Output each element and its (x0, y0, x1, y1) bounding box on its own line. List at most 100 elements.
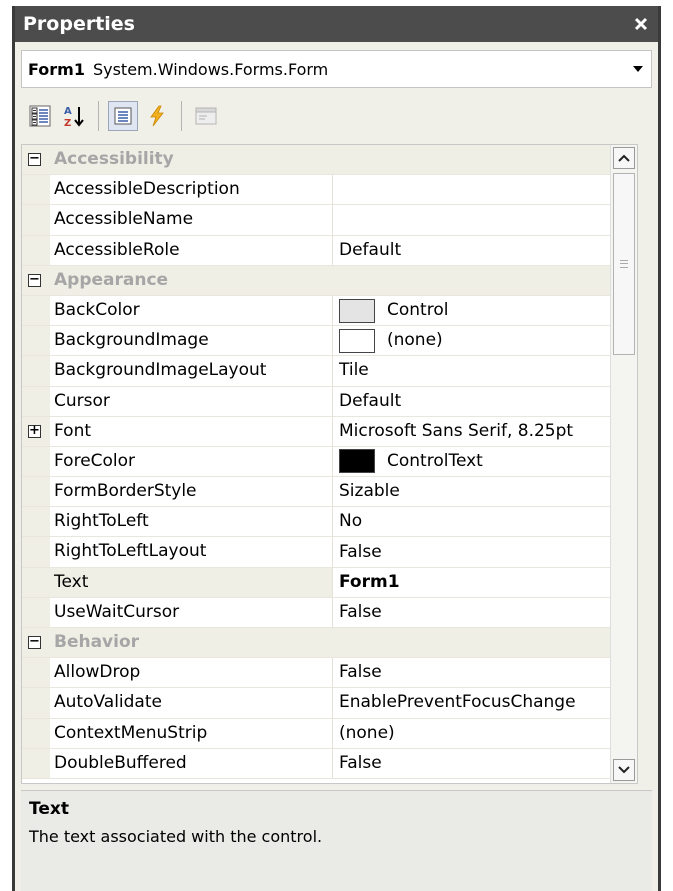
property-value-text: No (339, 511, 363, 532)
row-gutter (22, 537, 50, 567)
property-row[interactable]: + Font Microsoft Sans Serif, 8.25pt (22, 416, 634, 447)
row-gutter (22, 477, 50, 507)
property-value[interactable]: False (333, 658, 634, 687)
svg-text:Z: Z (64, 118, 71, 128)
property-row[interactable]: DoubleBuffered False (22, 748, 634, 779)
selected-object-name: Form1 (28, 59, 85, 79)
property-name: AutoValidate (50, 688, 333, 718)
property-value[interactable]: EnablePreventFocusChange (333, 688, 634, 717)
row-gutter (22, 386, 50, 416)
property-pages-icon (195, 107, 217, 125)
color-swatch (339, 328, 375, 353)
collapse-icon[interactable]: − (28, 635, 41, 649)
chevron-down-icon[interactable] (631, 60, 645, 78)
collapse-icon[interactable]: − (28, 152, 41, 166)
property-value[interactable]: ControlText (333, 447, 634, 476)
property-value-text: (none) (339, 722, 395, 743)
property-row[interactable]: AutoValidate EnablePreventFocusChange (22, 688, 634, 719)
property-name: Font (50, 416, 333, 446)
category-label: Behavior (54, 632, 140, 652)
properties-icon (114, 107, 132, 125)
property-value[interactable]: Control (333, 296, 634, 325)
property-value[interactable]: (none) (333, 719, 634, 748)
row-gutter (22, 235, 50, 265)
property-name: AccessibleRole (50, 235, 333, 265)
properties-panel: Properties Form1 System.Windows.Forms.Fo… (12, 6, 661, 891)
category-row[interactable]: − Behavior (22, 628, 634, 659)
scroll-up-button[interactable] (613, 147, 635, 169)
close-button[interactable] (630, 13, 652, 35)
row-gutter (22, 567, 50, 597)
property-value-text: ControlText (387, 450, 483, 471)
property-value-text: False (339, 752, 382, 773)
row-gutter (22, 748, 50, 778)
description-pane: Text The text associated with the contro… (21, 790, 652, 891)
row-gutter (22, 326, 50, 356)
events-button[interactable] (142, 101, 172, 131)
properties-button[interactable] (108, 101, 138, 131)
property-row[interactable]: UseWaitCursor False (22, 597, 634, 628)
property-row[interactable]: AllowDrop False (22, 658, 634, 689)
property-row[interactable]: BackgroundImage (none) (22, 326, 634, 357)
property-value[interactable]: Tile (333, 356, 634, 385)
property-row[interactable]: RightToLeft No (22, 507, 634, 538)
property-grid[interactable]: − Accessibility AccessibleDescription Acces… (21, 144, 638, 784)
vertical-scrollbar[interactable] (610, 145, 637, 783)
property-value-text: False (339, 662, 382, 683)
property-name: RightToLeftLayout (50, 537, 333, 567)
property-value-text: Default (339, 390, 402, 411)
alphabetical-button[interactable]: A Z (59, 101, 89, 131)
chevron-down-icon (618, 766, 630, 774)
row-gutter: − (22, 628, 50, 658)
property-value[interactable]: Microsoft Sans Serif, 8.25pt (333, 417, 634, 446)
property-row[interactable]: RightToLeftLayout False (22, 537, 634, 568)
property-name: AccessibleName (50, 205, 333, 235)
property-value[interactable]: Sizable (333, 477, 634, 506)
property-value[interactable]: False (333, 537, 634, 566)
property-value-text: (none) (387, 330, 443, 351)
property-name: UseWaitCursor (50, 597, 333, 627)
window-title: Properties (23, 13, 135, 35)
categorized-button[interactable] (25, 101, 55, 131)
property-value[interactable]: Default (333, 236, 634, 265)
property-row[interactable]: FormBorderStyle Sizable (22, 477, 634, 508)
row-gutter (22, 356, 50, 386)
row-gutter (22, 175, 50, 205)
property-value[interactable]: Default (333, 387, 634, 416)
property-value[interactable] (333, 205, 634, 234)
property-row[interactable]: ContextMenuStrip (none) (22, 718, 634, 749)
collapse-icon[interactable]: − (28, 273, 41, 287)
title-bar[interactable]: Properties (15, 6, 658, 42)
property-pages-button[interactable] (191, 101, 221, 131)
property-row[interactable]: BackColor Control (22, 295, 634, 327)
color-swatch (339, 298, 375, 323)
property-value[interactable]: False (333, 749, 634, 778)
property-value[interactable]: False (333, 598, 634, 627)
expand-icon[interactable]: + (28, 424, 41, 438)
property-row[interactable]: AccessibleDescription (22, 175, 634, 206)
property-row[interactable]: Cursor Default (22, 386, 634, 417)
property-value[interactable]: Form1 (333, 568, 634, 597)
property-name: FormBorderStyle (50, 477, 333, 507)
scroll-down-button[interactable] (613, 759, 635, 781)
property-row[interactable]: Text Form1 (22, 567, 634, 598)
property-value[interactable]: No (333, 507, 634, 536)
selected-object-type: System.Windows.Forms.Form (92, 59, 329, 79)
description-text: The text associated with the control. (29, 827, 323, 846)
category-row[interactable]: − Accessibility (22, 145, 634, 176)
object-selector-dropdown[interactable]: Form1 System.Windows.Forms.Form (21, 50, 652, 88)
property-value[interactable]: (none) (333, 326, 634, 355)
property-row[interactable]: AccessibleRole Default (22, 235, 634, 266)
row-gutter (22, 205, 50, 235)
property-row[interactable]: ForeColor ControlText (22, 446, 634, 478)
chevron-up-icon (618, 154, 630, 162)
toolbar-separator (181, 101, 182, 131)
property-value[interactable] (333, 175, 634, 204)
property-value-text: Form1 (339, 571, 400, 592)
property-row[interactable]: BackgroundImageLayout Tile (22, 356, 634, 387)
property-row[interactable]: AccessibleName (22, 205, 634, 236)
property-value-text: Sizable (339, 481, 400, 502)
close-icon (634, 17, 648, 31)
category-row[interactable]: − Appearance (22, 265, 634, 296)
scrollbar-thumb[interactable] (613, 173, 635, 355)
